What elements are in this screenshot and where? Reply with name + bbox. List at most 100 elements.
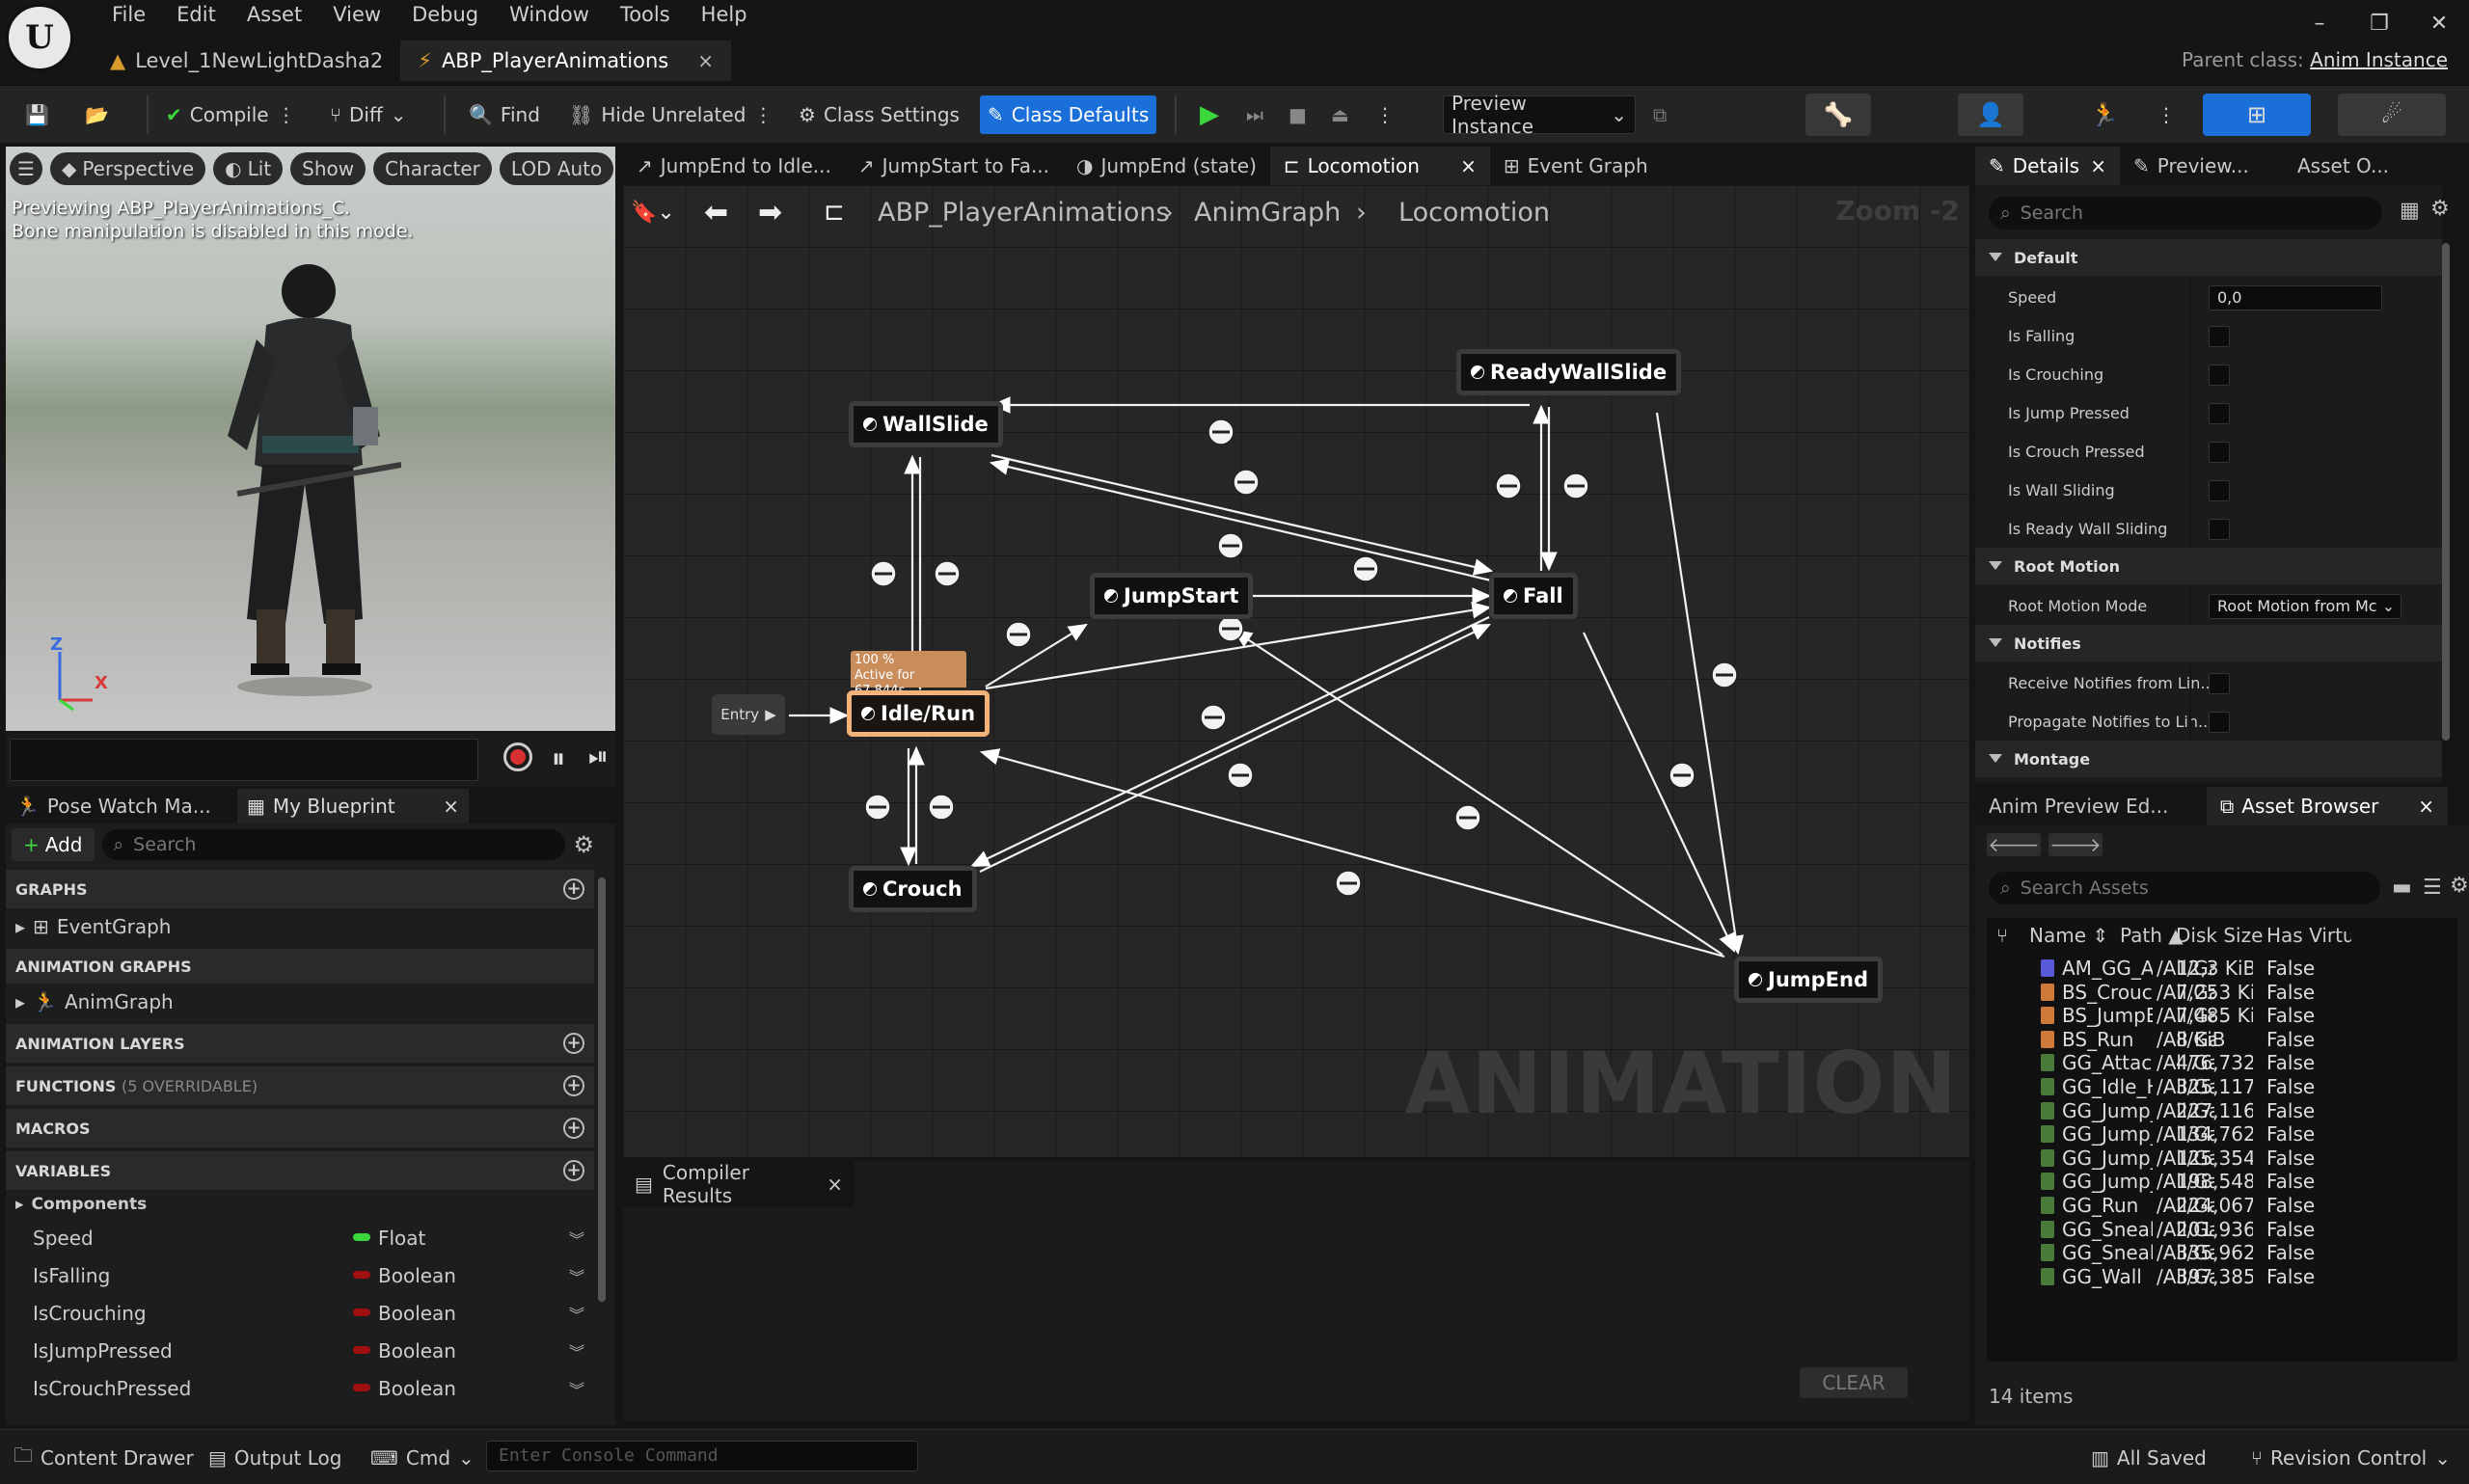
variable-row[interactable]: IsCrouching Boolean ︾ [6,1294,594,1332]
skeleton-mode-icon[interactable]: 🦴 [1805,94,1871,136]
state-node-fall[interactable]: Fall [1489,573,1578,619]
column-header-has-virtual[interactable]: Has Virtu [2266,924,2351,947]
tree-item-components[interactable]: ▸ Components [6,1190,615,1219]
tab-asset-browser[interactable]: ⧉ Asset Browser × [2207,787,2448,825]
asset-search-input[interactable]: ⌕ Search Assets [1989,872,2380,904]
tab-event-graph[interactable]: ⊞ Event Graph [1490,147,1662,185]
expand-arrow-icon[interactable]: ▸ [15,1195,24,1214]
menu-file[interactable]: File [96,0,161,33]
browse-icon[interactable]: 📂 [77,95,117,134]
class-defaults-button[interactable]: ✎ Class Defaults [980,95,1157,134]
add-variable-icon[interactable]: + [563,1160,584,1181]
is-jump-pressed-checkbox[interactable] [2209,403,2230,424]
preview-viewport[interactable]: ☰ ◆ Perspective ◐ Lit Show Character LOD A… [6,147,615,731]
restore-button[interactable]: ❐ [2349,0,2409,48]
is-crouching-checkbox[interactable] [2209,364,2230,386]
close-tab-icon[interactable]: × [2090,154,2106,177]
is-ready-wall-sliding-checkbox[interactable] [2209,519,2230,540]
close-tab-icon[interactable]: × [2418,795,2434,818]
pause-icon[interactable]: ⏸ [552,742,565,775]
table-view-icon[interactable]: ▦ [2400,199,2420,223]
settings-gear-icon[interactable]: ⚙ [2430,197,2450,221]
menu-window[interactable]: Window [494,0,605,33]
add-graph-icon[interactable]: + [563,878,584,900]
compiler-results-tab[interactable]: ▤ Compiler Results × [623,1161,855,1207]
transition-idle-jumpstart[interactable] [985,623,1088,688]
asset-row[interactable]: BS_Crouch/All/Gar7,253 KiEFalse [1987,981,2457,1004]
forward-arrow-icon[interactable]: 🡒 [2048,833,2103,856]
tab-asset-override[interactable]: Asset O... [2284,147,2402,185]
hide-options-icon[interactable]: ⋮ [753,103,773,126]
save-icon[interactable]: 💾 [17,95,57,134]
asset-row[interactable]: GG_Jump_En/All/Gar227,116 IFalse [1987,1099,2457,1122]
viewport-menu-icon[interactable]: ☰ [10,152,42,185]
add-layer-icon[interactable]: + [563,1033,584,1054]
transition-jumpend-jumpstart[interactable] [1233,629,1723,956]
is-crouch-pressed-checkbox[interactable] [2209,442,2230,463]
state-node-idlerun[interactable]: Idle/Run [847,690,990,737]
visibility-eye-icon[interactable]: ︾ [569,1377,584,1400]
output-log-button[interactable]: ▤ Output Log [208,1442,341,1474]
propagate-notifies-checkbox[interactable] [2209,712,2230,733]
asset-row[interactable]: BS_JumpEnd/All/Gar7,485 KiEFalse [1987,1004,2457,1027]
preview-instance-dropdown[interactable]: Preview Instance ⌄ [1443,92,1636,138]
mesh-mode-icon[interactable]: 👤 [1958,94,2023,136]
tab-my-blueprint[interactable]: ▦ My Blueprint × [237,789,469,823]
unreal-logo-icon[interactable]: U [6,4,73,71]
tree-item-eventgraph[interactable]: ▸ ⊞ EventGraph [6,908,615,945]
clear-button[interactable]: CLEAR [1800,1367,1908,1398]
visibility-eye-icon[interactable]: ︾ [569,1302,584,1325]
macros-section-header[interactable]: MACROS + [6,1109,594,1147]
state-node-readywallslide[interactable]: ReadyWallSlide [1456,349,1682,395]
variables-section-header[interactable]: VARIABLES + [6,1151,594,1190]
parent-class-link[interactable]: Anim Instance [2310,48,2448,71]
variable-row[interactable]: Speed Float ︾ [6,1219,594,1256]
is-wall-sliding-checkbox[interactable] [2209,480,2230,501]
speed-input[interactable]: 0,0 [2209,285,2382,310]
minimize-button[interactable]: – [2290,0,2349,48]
state-node-crouch[interactable]: Crouch [849,866,977,912]
tab-jumpend-to-idle[interactable]: ↗ JumpEnd to Idle... [623,147,845,185]
entry-node[interactable]: Entry ▶ [712,694,785,735]
find-button[interactable]: 🔍 Find [461,95,548,134]
state-node-jumpend[interactable]: JumpEnd [1734,957,1884,1003]
visibility-eye-icon[interactable]: ︾ [569,1264,584,1287]
folder-icon[interactable]: ▬ [2392,876,2412,900]
stop-icon[interactable]: ■ [1281,95,1315,134]
menu-edit[interactable]: Edit [161,0,231,33]
debug-object-icon[interactable]: ⧉ [1645,95,1674,134]
variable-row[interactable]: IsJumpPressed Boolean ︾ [6,1332,594,1369]
class-settings-button[interactable]: ⚙ Class Settings [791,95,967,134]
receive-notifies-checkbox[interactable] [2209,673,2230,694]
physics-mode-icon[interactable]: ☄ [2338,94,2446,136]
all-saved-button[interactable]: ▥ All Saved [2091,1442,2207,1474]
tab-details[interactable]: ✎ Details × [1975,147,2120,185]
transition-jumpend-idle[interactable] [979,748,1725,958]
close-tab-icon[interactable]: × [697,49,714,72]
add-macro-icon[interactable]: + [563,1118,584,1139]
animation-mode-icon[interactable]: 🏃 [2072,94,2137,136]
close-tab-icon[interactable]: × [1460,154,1477,177]
asset-row[interactable]: AM_GG_Attac/All/Gar12,3 KiBFalse [1987,957,2457,980]
asset-row[interactable]: GG_Run/All/Gar224,067 IFalse [1987,1194,2457,1217]
record-button[interactable] [503,742,532,771]
timeline-scrubber[interactable] [10,739,478,781]
menu-help[interactable]: Help [686,0,763,33]
column-header-disk-size[interactable]: Disk Size [2176,924,2263,947]
visibility-eye-icon[interactable]: ︾ [569,1227,584,1250]
show-button[interactable]: Show [290,152,366,185]
default-category-header[interactable]: Default [1975,239,2442,276]
montage-category-header[interactable]: Montage [1975,741,2442,777]
transition-fall-crouch[interactable] [970,616,1490,867]
menu-debug[interactable]: Debug [396,0,494,33]
menu-tools[interactable]: Tools [605,0,686,33]
revision-control-button[interactable]: ⑂ Revision Control ⌄ [2251,1442,2451,1474]
tab-preview[interactable]: ✎ Preview... [2120,147,2284,185]
back-arrow-icon[interactable]: 🡐 [1987,833,2041,856]
asset-row[interactable]: GG_Jump_Sh/All/Gar125,354 IFalse [1987,1147,2457,1170]
graphs-section-header[interactable]: GRAPHS + [6,870,594,908]
column-header-name[interactable]: Name ⇕ [2029,924,2108,947]
character-button[interactable]: Character [373,152,492,185]
cmd-dropdown[interactable]: ⌨ Cmd ⌄ [370,1442,475,1474]
eject-icon[interactable]: ⏏ [1323,95,1357,134]
